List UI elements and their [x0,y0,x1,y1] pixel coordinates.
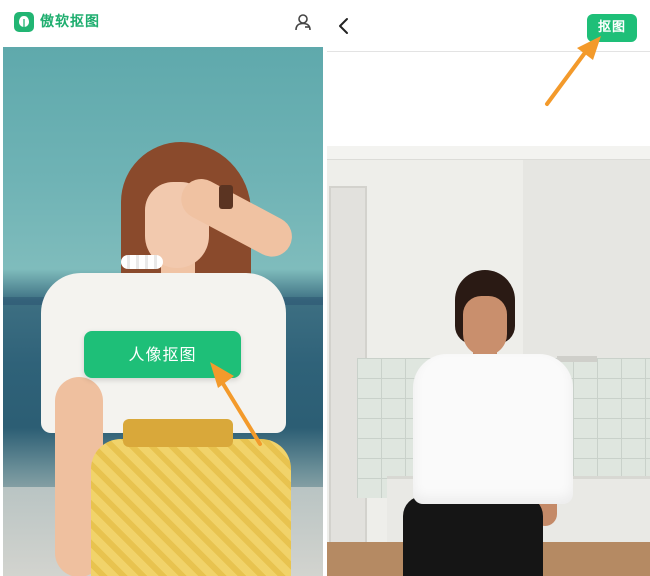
photo-tshirt [413,354,573,504]
photo-face [463,296,507,356]
leaf-logo-icon [14,12,34,32]
annotation-arrow-icon [210,362,262,446]
right-screen: 抠图 [327,0,650,576]
left-screen: 傲软抠图 人像抠图 [0,0,326,576]
photo-necklace [121,255,163,269]
photo-watch [219,185,233,209]
fashion-photo [327,146,650,576]
annotation-arrow-icon [545,36,601,106]
photo-pants [403,496,543,576]
photo-skirt [91,439,291,576]
user-icon[interactable] [294,13,312,31]
portrait-photo [3,47,323,576]
photo-shelf [557,356,597,362]
app-header: 傲软抠图 [0,0,326,46]
app-title: 傲软抠图 [40,14,100,30]
photo-ceiling [327,146,650,160]
chevron-left-icon[interactable] [335,16,353,36]
